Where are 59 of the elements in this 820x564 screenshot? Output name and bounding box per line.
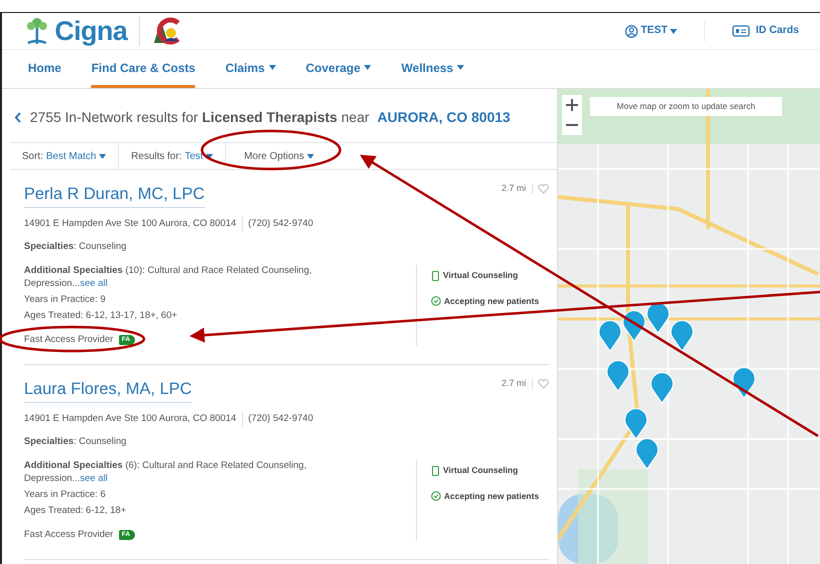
feature-text: Accepting new patients (444, 295, 539, 308)
plus-icon (566, 99, 578, 111)
provider-name[interactable]: Perla R Duran, MC, LPC (24, 182, 205, 208)
years-text: Years in Practice: 6 (24, 488, 106, 502)
minus-icon (566, 124, 578, 126)
fast-access-text: Fast Access Provider (24, 528, 114, 541)
nav-tab[interactable]: Wellness (401, 50, 464, 88)
nav-tab[interactable]: Find Care & Costs (91, 50, 196, 88)
fast-access-text: Fast Access Provider (24, 334, 114, 346)
check-circle-icon (431, 491, 441, 502)
phone-text: (720) 542-9740 (242, 216, 314, 231)
nav-tab[interactable]: Claims (225, 50, 276, 88)
caret-icon (670, 28, 678, 34)
see-all-link[interactable]: see all (80, 472, 108, 484)
nav-tab[interactable]: Home (28, 50, 62, 88)
user-icon (624, 24, 638, 38)
user-menu[interactable]: TEST (624, 22, 678, 40)
map-pin-icon[interactable] (732, 367, 756, 398)
brand-logo[interactable]: Cigna (54, 18, 128, 44)
distance-text: 2.7 mi (501, 376, 526, 390)
phone-icon (431, 466, 440, 476)
zoom-in-button[interactable] (562, 95, 582, 115)
location-link[interactable]: AURORA, CO 80013 (377, 107, 510, 128)
provider-name[interactable]: Laura Flores, MA, LPC (24, 376, 192, 403)
feature-text: Accepting new patients (444, 490, 539, 503)
back-icon[interactable] (14, 112, 22, 123)
map-pin-icon[interactable] (646, 302, 670, 334)
zoom-out-button[interactable] (562, 115, 582, 135)
id-cards-link[interactable]: ID Cards (731, 22, 800, 40)
filter-dropdown[interactable]: Results for: Test (119, 143, 226, 169)
caret-icon (99, 154, 106, 158)
map-hint: Move map or zoom to update search (590, 97, 782, 116)
caret-icon (307, 154, 314, 158)
results-summary: 2755 In-Network results for Licensed Therapists near (30, 108, 370, 127)
state-logo-icon (152, 17, 182, 45)
nav-tab[interactable]: Coverage (306, 50, 372, 88)
address-text: 14901 E Hampden Ave Ste 100 Aurora, CO 80014 (24, 216, 238, 231)
caret-icon (206, 154, 214, 158)
ages-text: Ages Treated: 6-12, 18+ (24, 505, 128, 518)
map[interactable]: Move map or zoom to update search (558, 89, 820, 564)
additional-specialties-text: Additional Specialties (10): Cultural and Race Related Counseling, Depression...see all (24, 265, 313, 290)
phone-text: (720) 542-9740 (242, 412, 314, 426)
filter-dropdown[interactable]: More Options (226, 143, 326, 169)
check-circle-icon (431, 296, 441, 306)
ages-text: Ages Treated: 6-12, 13-17, 18+, 60+ (24, 310, 178, 323)
specialties-text: Specialties: Counseling (24, 434, 128, 449)
phone-icon (431, 270, 440, 281)
id-card-icon (732, 25, 750, 37)
distance-text: 2.7 mi (501, 182, 526, 195)
map-pin-icon[interactable] (622, 310, 646, 342)
feature-text: Virtual Counseling (443, 464, 518, 477)
specialties-text: Specialties: Counseling (24, 240, 128, 254)
additional-specialties-text: Additional Specialties (6): Cultural and Race Related Counseling, Depression...see all (24, 460, 308, 485)
years-text: Years in Practice: 9 (24, 294, 106, 306)
feature-text: Virtual Counseling (443, 269, 518, 282)
map-pin-icon[interactable] (670, 320, 694, 352)
address-text: 14901 E Hampden Ave Ste 100 Aurora, CO 80014 (24, 412, 238, 426)
see-all-link[interactable]: see all (80, 278, 108, 289)
filter-dropdown[interactable]: Sort: Best Match (10, 143, 120, 169)
